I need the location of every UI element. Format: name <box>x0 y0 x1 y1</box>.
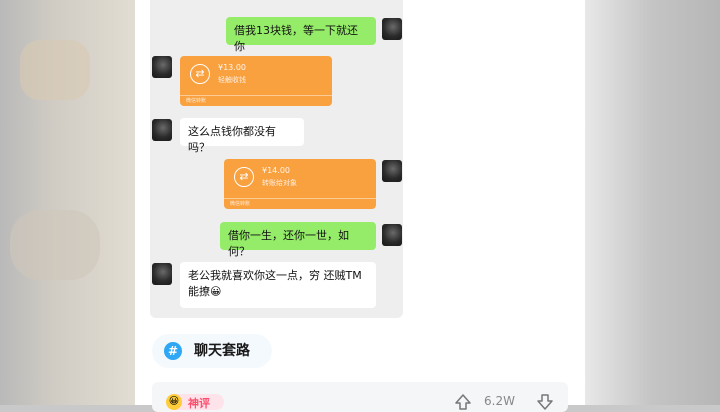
transfer-icon: ⇄ <box>234 167 254 187</box>
chat-screenshot: 借我13块钱，等一下就还你 ⇄ ¥13.00 轻触收钱 微信转账 这么点钱你都没… <box>150 0 403 318</box>
chat-bubble-received: 这么点钱你都没有吗？ <box>180 118 304 154</box>
like-count: 6.2W <box>484 394 515 408</box>
background-blur <box>10 210 100 280</box>
transfer-status: 轻触收钱 <box>218 76 246 84</box>
transfer-footer: 微信转账 <box>186 98 207 104</box>
background-blur <box>20 40 90 100</box>
chat-bubble-sent: 借你一生，还你一世，如何？ <box>220 222 376 258</box>
transfer-footer: 微信转账 <box>230 201 251 207</box>
message-text: 借你一生，还你一世，如何？ <box>228 229 349 258</box>
transfer-card-sent[interactable]: ⇄ ¥14.00 转账给对象 微信转账 <box>224 159 376 209</box>
transfer-status: 转账给对象 <box>262 179 297 187</box>
transfer-icon: ⇄ <box>190 64 210 84</box>
badge-label: 神评 <box>188 397 210 410</box>
smile-emoji-icon: 😀 <box>166 394 182 410</box>
hashtag-icon: # <box>164 342 182 360</box>
chat-bubble-sent: 借我13块钱，等一下就还你 <box>226 17 376 53</box>
message-text-line: 能撩😀 <box>188 285 222 298</box>
message-text: 这么点钱你都没有吗？ <box>188 125 276 154</box>
comment-bar: 😀 神评 6.2W <box>152 382 568 412</box>
top-comment-badge: 😀 神评 <box>166 394 224 410</box>
avatar-receiver <box>152 263 172 285</box>
upvote-icon[interactable] <box>454 393 472 411</box>
avatar-sender <box>382 224 402 246</box>
transfer-amount: ¥13.00 <box>218 63 246 72</box>
background-right <box>585 0 720 405</box>
avatar-sender <box>382 18 402 40</box>
background-left <box>0 0 135 405</box>
topic-label: 聊天套路 <box>194 343 250 359</box>
chat-bubble-received: 老公我就喜欢你这一点，穷 还贼TM 能撩😀 <box>180 262 376 308</box>
divider <box>180 95 332 96</box>
avatar-sender <box>382 160 402 182</box>
transfer-amount: ¥14.00 <box>262 166 290 175</box>
divider <box>224 198 376 199</box>
downvote-icon[interactable] <box>536 393 554 411</box>
topic-tag[interactable]: # 聊天套路 <box>152 334 272 368</box>
avatar-receiver <box>152 56 172 78</box>
message-text-line: 老公我就喜欢你这一点，穷 还贼TM <box>188 269 362 282</box>
avatar-receiver <box>152 119 172 141</box>
transfer-card-received[interactable]: ⇄ ¥13.00 轻触收钱 微信转账 <box>180 56 332 106</box>
message-text: 借我13块钱，等一下就还你 <box>234 24 358 53</box>
